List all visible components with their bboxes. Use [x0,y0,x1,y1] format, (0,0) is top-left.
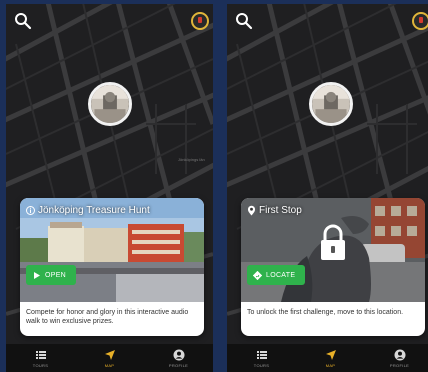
profile-icon [394,349,405,360]
nav-profile-label: PROFILE [389,362,410,368]
locate-button[interactable]: LOCATE [247,265,306,285]
nav-map-label: MAP [325,362,336,368]
map-place-label: Jönköpings län [178,157,205,162]
stop-card[interactable]: First Stop LOCATE To unlock the first ch… [241,198,425,336]
open-button-label: OPEN [45,271,67,279]
locate-button-label: LOCATE [266,271,296,279]
nav-profile[interactable]: PROFILE [144,344,213,372]
nav-profile[interactable]: PROFILE [365,344,428,372]
nav-tours[interactable]: TOURS [6,344,75,372]
nav-profile-label: PROFILE [168,362,189,368]
card-title-row: Jönköping Treasure Hunt [26,205,150,216]
compass-icon[interactable] [191,12,209,30]
info-icon [26,206,35,215]
locate-icon [253,270,262,280]
list-icon [256,350,267,359]
nav-map[interactable]: MAP [75,344,144,372]
nav-tours-label: TOURS [32,362,49,368]
nav-map[interactable]: MAP [296,344,365,372]
profile-icon [173,349,184,360]
bottom-nav: TOURS MAP PROFILE [227,344,428,372]
tour-card[interactable]: Jönköping Treasure Hunt OPEN Compete for… [20,198,204,336]
location-avatar[interactable] [88,82,132,126]
open-button[interactable]: OPEN [26,265,77,285]
phone-screen-left: Jönköpings län Jönköping Treasure Hunt O… [6,4,213,372]
navigation-arrow-icon [104,349,115,360]
search-icon[interactable] [235,12,253,30]
nav-tours-label: TOURS [253,362,270,368]
location-avatar[interactable] [309,82,353,126]
nav-map-label: MAP [104,362,115,368]
card-title-row: First Stop [247,205,302,216]
card-description: To unlock the first challenge, move to t… [247,309,404,316]
search-icon[interactable] [14,12,32,30]
compass-icon[interactable] [412,12,428,30]
card-title: First Stop [259,205,302,216]
list-icon [35,350,46,359]
play-icon [34,271,40,279]
card-description: Compete for honor and glory in this inte… [26,309,189,325]
bottom-nav: TOURS MAP PROFILE [6,344,213,372]
phone-screen-right: First Stop LOCATE To unlock the first ch… [227,4,428,372]
card-title: Jönköping Treasure Hunt [38,205,150,216]
nav-tours[interactable]: TOURS [227,344,296,372]
navigation-arrow-icon [325,349,336,360]
map-pin-icon [248,205,255,216]
